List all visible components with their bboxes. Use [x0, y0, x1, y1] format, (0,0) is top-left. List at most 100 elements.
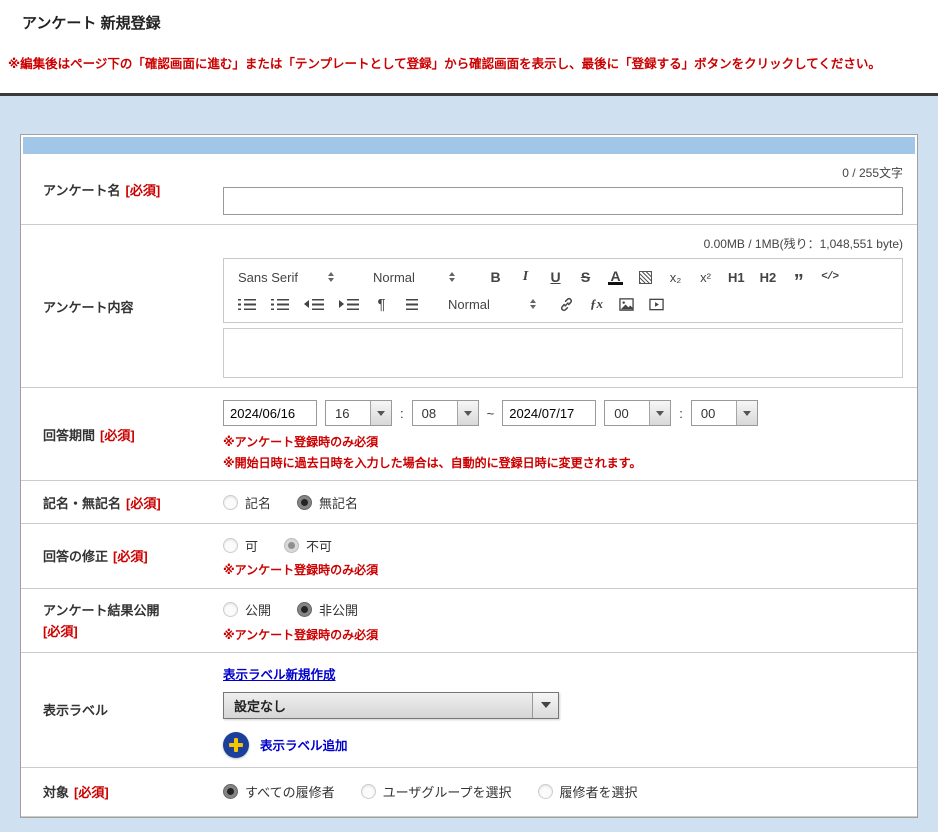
h1-icon[interactable]: H1 [728, 268, 745, 286]
form-row-answer-period: 回答期間 [必須] 16 : 08 ~ [21, 388, 917, 481]
target-label: 対象 [必須] [21, 768, 221, 816]
answer-edit-label: 回答の修正 [必須] [21, 524, 221, 587]
blockquote-icon[interactable]: ” [791, 268, 806, 286]
radio-circle [223, 538, 238, 553]
radio-edit-not-allowed[interactable]: 不可 [284, 536, 332, 555]
radio-circle [223, 784, 238, 799]
display-label-select[interactable]: 設定なし [223, 692, 559, 719]
align-icon[interactable] [404, 295, 419, 313]
add-icon[interactable] [223, 732, 249, 758]
chevron-down-icon[interactable] [457, 401, 478, 425]
radio-named[interactable]: 記名 [223, 493, 271, 512]
period-note-required: ※アンケート登録時のみ必須 [223, 434, 903, 450]
indent-icon[interactable] [339, 295, 359, 313]
naming-label: 記名・無記名 [必須] [21, 481, 221, 523]
start-date-input[interactable] [223, 400, 317, 426]
time-colon: : [679, 406, 683, 421]
radio-private[interactable]: 非公開 [297, 600, 358, 619]
answer-edit-note: ※アンケート登録時のみ必須 [223, 562, 903, 578]
text-direction-icon[interactable]: ¶ [374, 295, 389, 313]
outdent-icon[interactable] [304, 295, 324, 313]
superscript-icon[interactable]: x² [698, 268, 713, 286]
text-color-icon[interactable]: A [608, 270, 623, 285]
form-row-survey-name: アンケート名 [必須] 0 / 255文字 [21, 154, 917, 225]
bold-icon[interactable]: B [488, 268, 503, 286]
radio-circle [297, 495, 312, 510]
chevron-down-icon[interactable] [370, 401, 391, 425]
required-badge: [必須] [43, 621, 159, 640]
subscript-icon[interactable]: x₂ [668, 268, 683, 286]
survey-name-input[interactable] [223, 187, 903, 215]
range-tilde: ~ [487, 406, 495, 421]
radio-circle [284, 538, 299, 553]
form-row-display-label: 表示ラベル 表示ラベル新規作成 設定なし 表示ラベル追加 [21, 653, 917, 768]
picker-updown-icon [530, 299, 536, 309]
link-icon[interactable] [559, 295, 574, 313]
required-badge: [必須] [74, 782, 109, 801]
end-minute-select[interactable]: 00 [691, 400, 758, 426]
start-hour-select[interactable]: 16 [325, 400, 392, 426]
page-header: アンケート 新規登録 ※編集後はページ下の「確認画面に進む」または「テンプレート… [0, 0, 938, 72]
h2-icon[interactable]: H2 [760, 268, 777, 286]
size-picker[interactable]: Normal [448, 297, 536, 312]
end-hour-select[interactable]: 00 [604, 400, 671, 426]
add-display-label-link[interactable]: 表示ラベル追加 [260, 735, 348, 754]
ordered-list-icon[interactable] [238, 295, 256, 313]
chevron-down-icon[interactable] [649, 401, 670, 425]
form-row-survey-content: アンケート内容 0.00MB / 1MB(残り：1,048,551 byte) … [21, 225, 917, 388]
strike-icon[interactable]: S [578, 268, 593, 286]
bullet-list-icon[interactable] [271, 295, 289, 313]
heading-picker[interactable]: Normal [373, 270, 455, 285]
create-display-label-link[interactable]: 表示ラベル新規作成 [223, 664, 336, 683]
radio-circle [223, 602, 238, 617]
period-note-past: ※開始日時に過去日時を入力した場合は、自動的に登録日時に変更されます。 [223, 455, 903, 471]
size-counter: 0.00MB / 1MB(残り：1,048,551 byte) [223, 235, 903, 252]
time-colon: : [400, 406, 404, 421]
picker-updown-icon [449, 272, 455, 282]
start-minute-select[interactable]: 08 [412, 400, 479, 426]
video-icon[interactable] [649, 295, 664, 313]
background-color-icon[interactable] [638, 268, 653, 286]
richtext-toolbar: Sans Serif Normal B I U S A x₂ [223, 258, 903, 323]
required-badge: [必須] [125, 180, 160, 199]
result-publish-note: ※アンケート登録時のみ必須 [223, 627, 903, 643]
italic-icon[interactable]: I [518, 268, 533, 286]
underline-icon[interactable]: U [548, 268, 563, 286]
radio-anonymous[interactable]: 無記名 [297, 493, 358, 512]
image-icon[interactable] [619, 295, 634, 313]
survey-name-label: アンケート名 [必須] [21, 154, 221, 224]
page-title: アンケート 新規登録 [22, 12, 930, 33]
chevron-down-icon[interactable] [736, 401, 757, 425]
font-family-picker[interactable]: Sans Serif [238, 270, 334, 285]
form-row-answer-edit: 回答の修正 [必須] 可 不可 ※アンケート登録時のみ必須 [21, 524, 917, 588]
end-date-input[interactable] [502, 400, 596, 426]
radio-circle [361, 784, 376, 799]
required-badge: [必須] [113, 546, 148, 565]
radio-edit-allowed[interactable]: 可 [223, 536, 258, 555]
survey-content-label: アンケート内容 [21, 225, 221, 387]
radio-public[interactable]: 公開 [223, 600, 271, 619]
radio-select-students[interactable]: 履修者を選択 [538, 782, 638, 801]
char-counter: 0 / 255文字 [223, 164, 903, 181]
formula-icon[interactable]: ƒx [589, 295, 604, 313]
form-row-result-publish: アンケート結果公開 [必須] 公開 非公開 ※アンケート登録時のみ必須 [21, 589, 917, 653]
radio-user-group[interactable]: ユーザグループを選択 [361, 782, 512, 801]
result-publish-label: アンケート結果公開 [必須] [21, 589, 221, 652]
required-badge: [必須] [100, 425, 135, 444]
required-badge: [必須] [126, 493, 161, 512]
form-row-naming: 記名・無記名 [必須] 記名 無記名 [21, 481, 917, 524]
content-background: アンケート名 [必須] 0 / 255文字 アンケート内容 0.00MB / 1… [0, 96, 938, 832]
panel-header-bar [23, 137, 915, 154]
form-row-target: 対象 [必須] すべての履修者 ユーザグループを選択 履修者を選択 [21, 768, 917, 817]
page-warning: ※編集後はページ下の「確認画面に進む」または「テンプレートとして登録」から確認画… [8, 53, 930, 72]
answer-period-label: 回答期間 [必須] [21, 388, 221, 480]
chevron-down-icon[interactable] [532, 693, 558, 718]
form-panel: アンケート名 [必須] 0 / 255文字 アンケート内容 0.00MB / 1… [20, 134, 918, 818]
radio-all-students[interactable]: すべての履修者 [223, 782, 335, 801]
richtext-editor-area[interactable] [223, 328, 903, 378]
radio-circle [223, 495, 238, 510]
display-label-label: 表示ラベル [21, 653, 221, 767]
code-icon[interactable]: </> [821, 268, 838, 286]
picker-updown-icon [328, 272, 334, 282]
radio-circle [297, 602, 312, 617]
